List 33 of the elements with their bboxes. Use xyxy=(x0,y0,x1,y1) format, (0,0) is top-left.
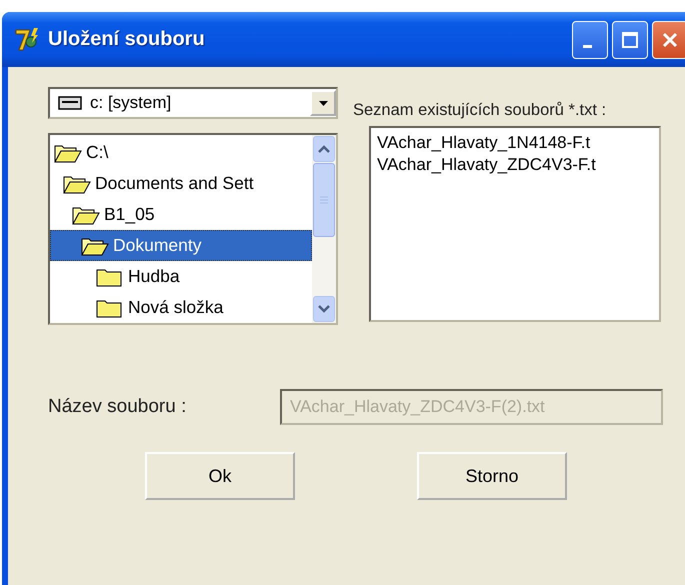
folder-item[interactable]: B1_05 xyxy=(50,199,312,230)
folder-item[interactable]: C:\ xyxy=(50,137,312,168)
folder-icon xyxy=(96,298,124,318)
open-folder-icon xyxy=(63,174,91,194)
drive-dropdown[interactable]: c: [system] xyxy=(48,87,338,119)
close-button[interactable] xyxy=(652,20,685,58)
dropdown-arrow-icon xyxy=(318,100,328,106)
maximize-button[interactable] xyxy=(612,20,648,58)
grip-icon xyxy=(319,195,329,205)
scroll-up-icon xyxy=(317,145,331,153)
maximize-icon xyxy=(621,30,639,48)
minimize-button[interactable] xyxy=(572,20,608,58)
minimize-icon xyxy=(582,45,592,48)
scrollbar[interactable] xyxy=(312,135,336,323)
filename-label: Název souboru : xyxy=(48,396,188,418)
folder-item[interactable]: Nová složka xyxy=(50,292,312,323)
folder-item[interactable]: Hudba xyxy=(50,261,312,292)
drive-icon xyxy=(58,96,82,110)
file-list-label: Seznam existujících souborů *.txt : xyxy=(353,101,608,120)
open-folder-icon xyxy=(81,236,109,256)
folder-item[interactable]: Dokumenty xyxy=(50,230,312,261)
window-title: Uložení souboru xyxy=(48,28,205,51)
file-item[interactable]: VAchar_Hlavaty_ZDC4V3-F.t xyxy=(377,154,653,176)
app-logo-icon xyxy=(14,26,40,52)
scroll-down-icon xyxy=(317,305,331,313)
dialog-button[interactable]: Ok xyxy=(145,452,295,500)
open-folder-icon xyxy=(72,204,100,224)
file-item[interactable]: VAchar_Hlavaty_1N4148-F.t xyxy=(377,132,653,154)
folder-icon xyxy=(96,266,124,286)
open-folder-icon xyxy=(54,142,82,162)
folder-item[interactable]: Documents and Sett xyxy=(50,168,312,199)
close-icon xyxy=(661,30,679,48)
dialog-button[interactable]: Storno xyxy=(417,452,567,500)
